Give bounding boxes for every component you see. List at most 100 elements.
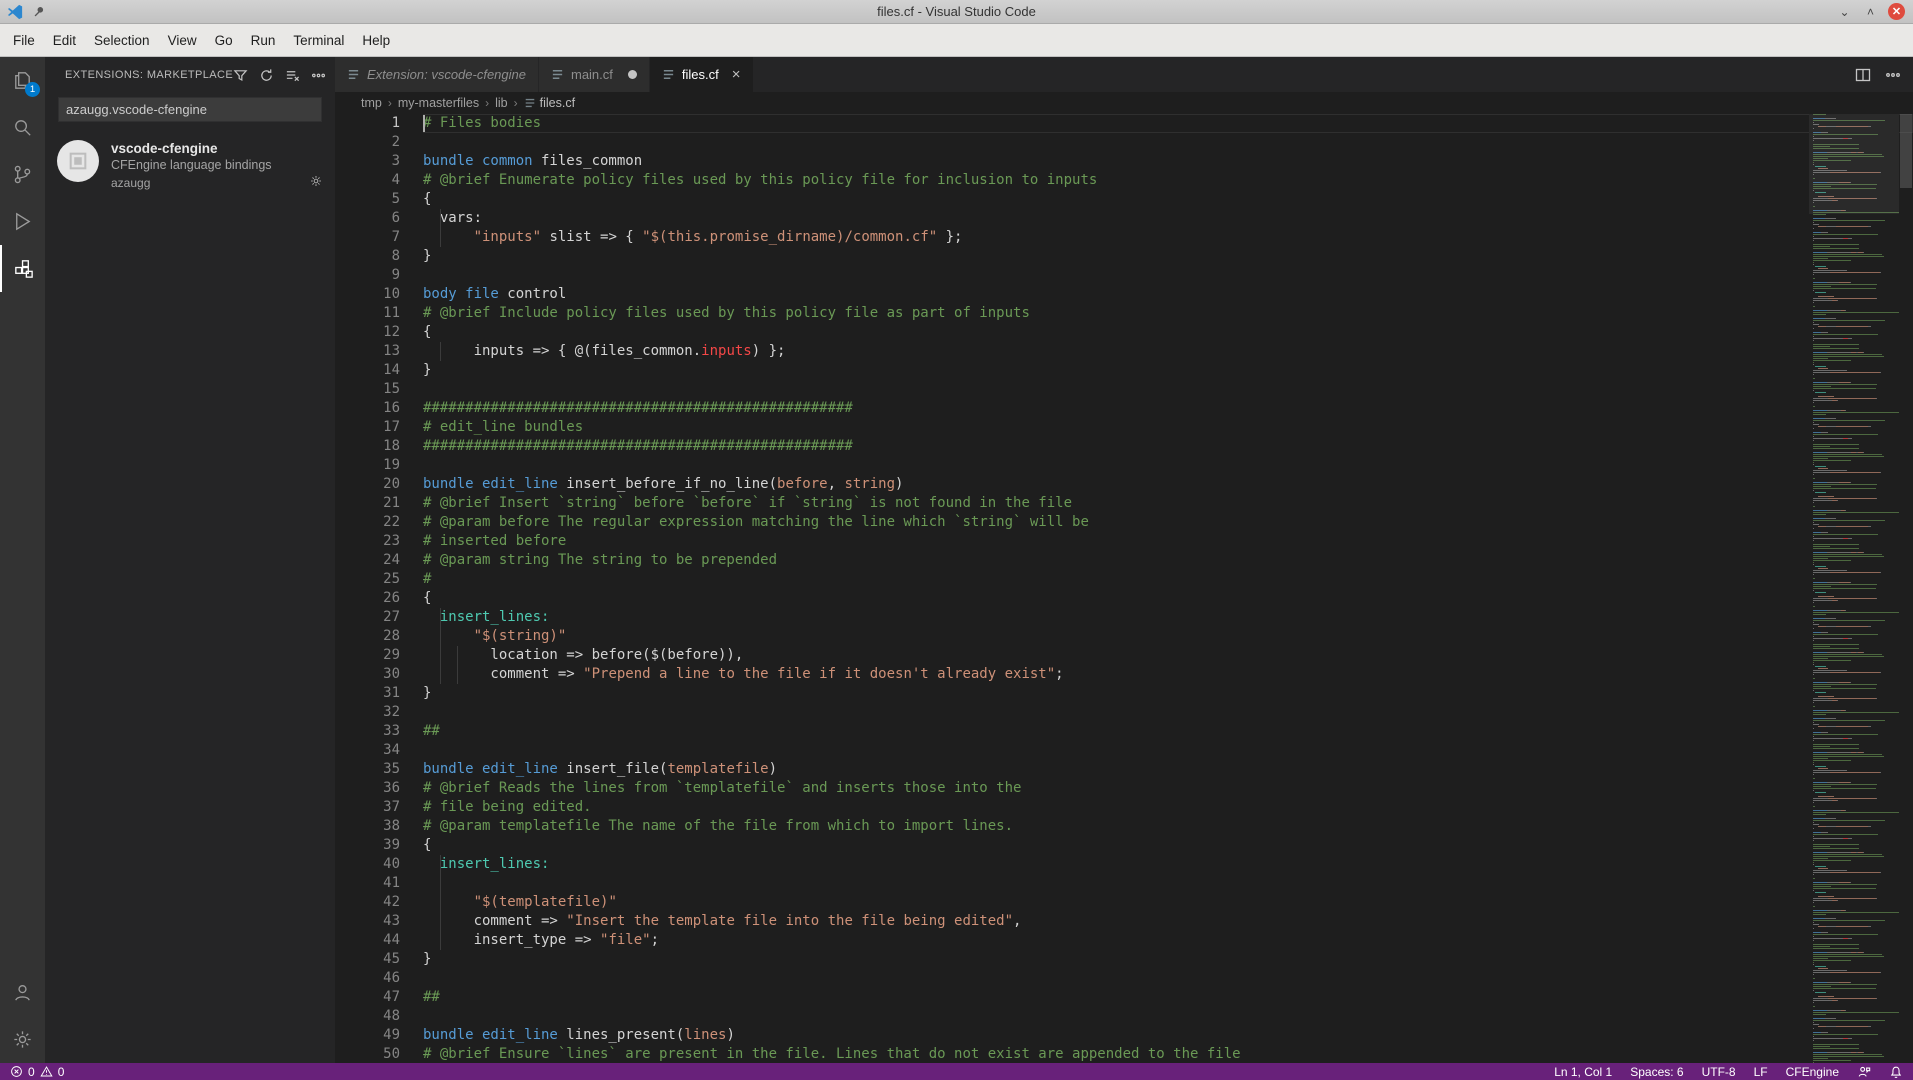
clear-list-icon[interactable] xyxy=(285,68,300,83)
line-number[interactable]: 33 xyxy=(335,722,400,741)
line-number[interactable]: 21 xyxy=(335,494,400,513)
code-line[interactable]: 41 xyxy=(335,874,1913,893)
code-line[interactable]: 50# @brief Ensure `lines` are present in… xyxy=(335,1045,1913,1063)
code-line[interactable]: 46 xyxy=(335,969,1913,988)
line-number[interactable]: 38 xyxy=(335,817,400,836)
code-line[interactable]: 10body file control xyxy=(335,285,1913,304)
line-number[interactable]: 20 xyxy=(335,475,400,494)
minimize-button[interactable]: ⌄ xyxy=(1836,3,1853,20)
code-line[interactable]: 40 insert_lines: xyxy=(335,855,1913,874)
editor-scrollbar[interactable] xyxy=(1899,114,1913,1063)
code-line[interactable]: 19 xyxy=(335,456,1913,475)
breadcrumb-item-tmp[interactable]: tmp xyxy=(361,96,382,110)
line-number[interactable]: 41 xyxy=(335,874,400,893)
activity-explorer[interactable]: 1 xyxy=(0,57,45,104)
code-line[interactable]: 25# xyxy=(335,570,1913,589)
language-mode[interactable]: CFEngine xyxy=(1786,1065,1839,1079)
code-line[interactable]: 47## xyxy=(335,988,1913,1007)
line-number[interactable]: 4 xyxy=(335,171,400,190)
tab-files-cf[interactable]: files.cf × xyxy=(650,57,754,92)
code-line[interactable]: 33## xyxy=(335,722,1913,741)
editor-scrollbar-thumb[interactable] xyxy=(1900,114,1912,188)
line-number[interactable]: 39 xyxy=(335,836,400,855)
line-number[interactable]: 26 xyxy=(335,589,400,608)
code-line[interactable]: 8} xyxy=(335,247,1913,266)
line-number[interactable]: 16 xyxy=(335,399,400,418)
line-number[interactable]: 6 xyxy=(335,209,400,228)
cursor-position[interactable]: Ln 1, Col 1 xyxy=(1554,1065,1612,1079)
code-line[interactable]: 22# @param before The regular expression… xyxy=(335,513,1913,532)
code-line[interactable]: 34 xyxy=(335,741,1913,760)
code-line[interactable]: 5{ xyxy=(335,190,1913,209)
code-line[interactable]: 24# @param string The string to be prepe… xyxy=(335,551,1913,570)
split-editor-icon[interactable] xyxy=(1855,67,1871,83)
extension-manage-gear-icon[interactable] xyxy=(309,174,323,192)
modified-dot-icon[interactable] xyxy=(628,70,637,79)
eol-sequence[interactable]: LF xyxy=(1754,1065,1768,1079)
code-line[interactable]: 27 insert_lines: xyxy=(335,608,1913,627)
notifications-bell-icon[interactable] xyxy=(1889,1065,1903,1079)
menu-terminal[interactable]: Terminal xyxy=(284,27,353,54)
code-line[interactable]: 20bundle edit_line insert_before_if_no_l… xyxy=(335,475,1913,494)
code-line[interactable]: 7 "inputs" slist => { "$(this.promise_di… xyxy=(335,228,1913,247)
line-number[interactable]: 49 xyxy=(335,1026,400,1045)
extensions-search-box[interactable] xyxy=(58,97,322,122)
close-button[interactable]: ✕ xyxy=(1888,3,1905,20)
code-line[interactable]: 38# @param templatefile The name of the … xyxy=(335,817,1913,836)
line-number[interactable]: 22 xyxy=(335,513,400,532)
menu-file[interactable]: File xyxy=(4,27,44,54)
line-number[interactable]: 28 xyxy=(335,627,400,646)
activity-extensions[interactable] xyxy=(0,245,45,292)
activity-settings[interactable] xyxy=(0,1016,45,1063)
line-number[interactable]: 45 xyxy=(335,950,400,969)
code-line[interactable]: 15 xyxy=(335,380,1913,399)
line-number[interactable]: 36 xyxy=(335,779,400,798)
code-line[interactable]: 18######################################… xyxy=(335,437,1913,456)
line-number[interactable]: 35 xyxy=(335,760,400,779)
menu-selection[interactable]: Selection xyxy=(85,27,159,54)
line-number[interactable]: 34 xyxy=(335,741,400,760)
code-line[interactable]: 21# @brief Insert `string` before `befor… xyxy=(335,494,1913,513)
activity-run-debug[interactable] xyxy=(0,198,45,245)
line-number[interactable]: 29 xyxy=(335,646,400,665)
code-line[interactable]: 35bundle edit_line insert_file(templatef… xyxy=(335,760,1913,779)
menu-edit[interactable]: Edit xyxy=(44,27,85,54)
activity-search[interactable] xyxy=(0,104,45,151)
line-number[interactable]: 18 xyxy=(335,437,400,456)
line-number[interactable]: 37 xyxy=(335,798,400,817)
tab-extension-vscode-cfengine[interactable]: Extension: vscode-cfengine xyxy=(335,57,539,92)
problems-status[interactable]: 0 0 xyxy=(10,1065,64,1079)
tab-main-cf[interactable]: main.cf xyxy=(539,57,650,92)
code-editor[interactable]: 1# Files bodies23bundle common files_com… xyxy=(335,114,1913,1063)
maximize-button[interactable]: ˄ xyxy=(1862,3,1879,20)
menu-go[interactable]: Go xyxy=(206,27,242,54)
menu-help[interactable]: Help xyxy=(353,27,399,54)
extension-list-item[interactable]: vscode-cfengine CFEngine language bindin… xyxy=(45,128,335,204)
menu-run[interactable]: Run xyxy=(242,27,285,54)
line-number[interactable]: 47 xyxy=(335,988,400,1007)
line-number[interactable]: 24 xyxy=(335,551,400,570)
line-number[interactable]: 23 xyxy=(335,532,400,551)
code-line[interactable]: 42 "$(templatefile)" xyxy=(335,893,1913,912)
encoding[interactable]: UTF-8 xyxy=(1702,1065,1736,1079)
code-line[interactable]: 1# Files bodies xyxy=(335,114,1913,133)
code-line[interactable]: 14} xyxy=(335,361,1913,380)
line-number[interactable]: 2 xyxy=(335,133,400,152)
refresh-icon[interactable] xyxy=(259,68,274,83)
line-number[interactable]: 1 xyxy=(335,114,400,133)
code-line[interactable]: 23# inserted before xyxy=(335,532,1913,551)
code-line[interactable]: 17# edit_line bundles xyxy=(335,418,1913,437)
code-line[interactable]: 44 insert_type => "file"; xyxy=(335,931,1913,950)
line-number[interactable]: 48 xyxy=(335,1007,400,1026)
code-line[interactable]: 4# @brief Enumerate policy files used by… xyxy=(335,171,1913,190)
breadcrumb-item-file[interactable]: files.cf xyxy=(524,96,575,110)
line-number[interactable]: 43 xyxy=(335,912,400,931)
line-number[interactable]: 15 xyxy=(335,380,400,399)
line-number[interactable]: 30 xyxy=(335,665,400,684)
line-number[interactable]: 32 xyxy=(335,703,400,722)
activity-source-control[interactable] xyxy=(0,151,45,198)
code-line[interactable]: 39{ xyxy=(335,836,1913,855)
line-number[interactable]: 10 xyxy=(335,285,400,304)
line-number[interactable]: 44 xyxy=(335,931,400,950)
indentation[interactable]: Spaces: 6 xyxy=(1630,1065,1683,1079)
